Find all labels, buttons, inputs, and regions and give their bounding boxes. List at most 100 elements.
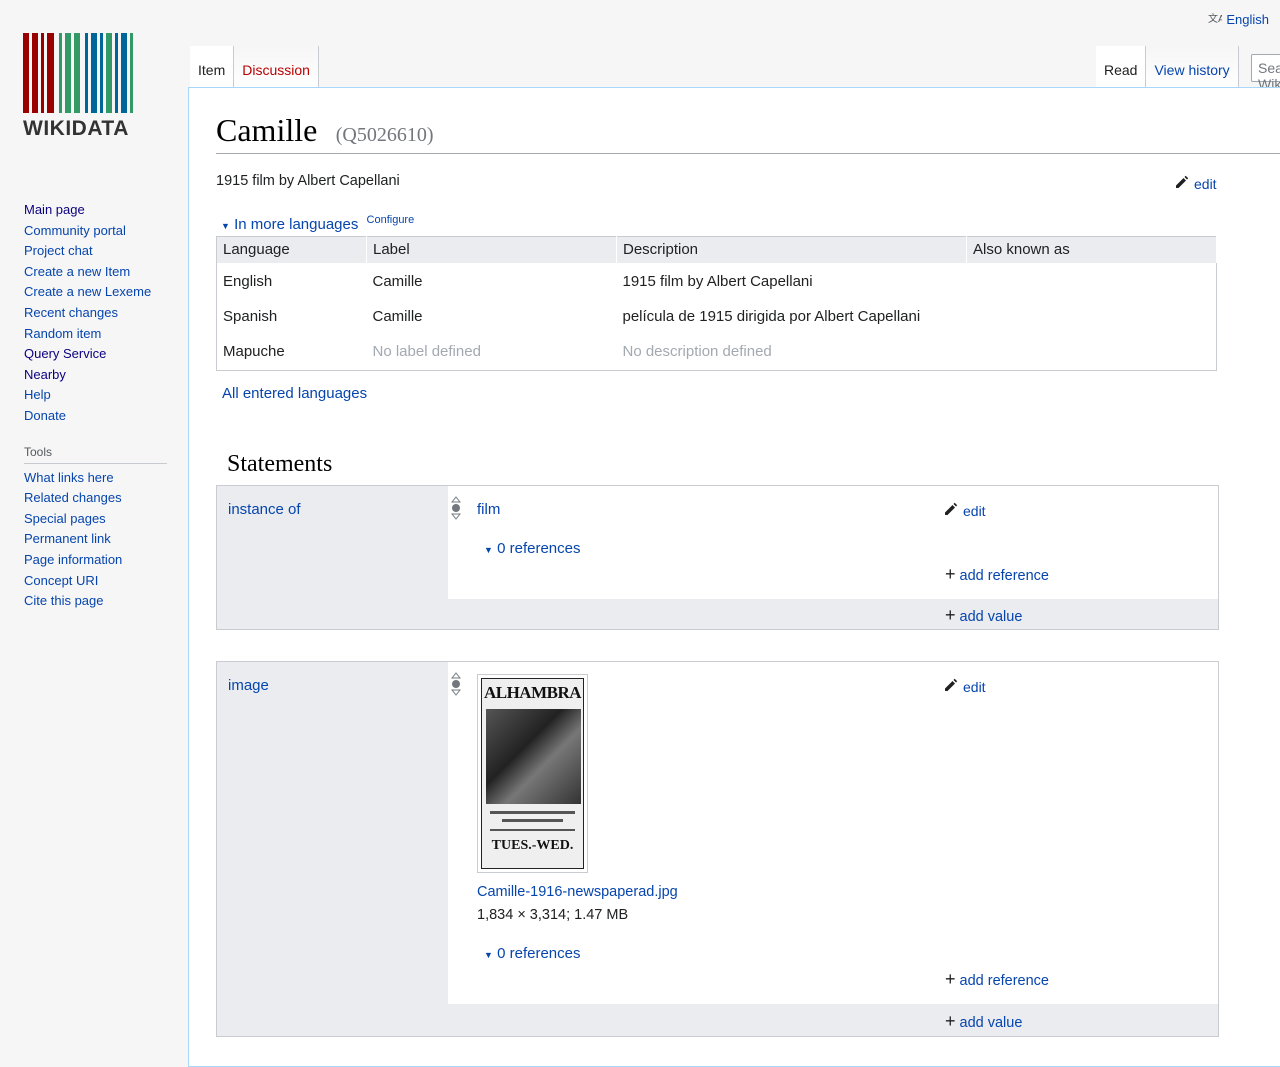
poster-text-line [490, 811, 575, 814]
configure-link[interactable]: Configure [367, 214, 415, 226]
all-languages-link[interactable]: All entered languages [222, 385, 367, 402]
add-value-button[interactable]: + add value [945, 605, 1022, 626]
table-header-row: Language Label Description Also known as [216, 236, 1217, 263]
add-reference-button[interactable]: + add reference [945, 564, 1049, 585]
sidebar-item-create-item[interactable]: Create a new Item [24, 262, 188, 283]
cell-description: película de 1915 dirigida por Albert Cap… [622, 307, 921, 325]
rank-selector-icon[interactable] [450, 496, 462, 525]
tab-view-history[interactable]: View history [1146, 46, 1239, 88]
sidebar-item-project-chat[interactable]: Project chat [24, 241, 188, 262]
references-toggle[interactable]: ▼ 0 references [484, 945, 580, 962]
references-label: 0 references [497, 945, 581, 962]
language-switcher[interactable]: 文A English [1208, 11, 1269, 28]
file-name-link[interactable]: Camille-1916-newspaperad.jpg [477, 884, 678, 900]
languages-table: Language Label Description Also known as… [216, 236, 1217, 371]
add-value-row: + add value [448, 1004, 1218, 1036]
pencil-icon [943, 501, 959, 520]
edit-label: edit [963, 502, 986, 519]
poster-bottom-text: TUES.-WED. [491, 838, 574, 853]
add-value-button[interactable]: + add value [945, 1011, 1022, 1032]
sidebar-item-community-portal[interactable]: Community portal [24, 221, 188, 242]
cell-aliases [967, 333, 1217, 371]
translate-icon: 文A [1208, 11, 1225, 28]
file-metadata: 1,834 × 3,314; 1.47 MB [477, 907, 629, 923]
statement-group-image: image ALHAMBRA TUES.-WED. edit Camille-1… [216, 661, 1219, 1037]
sidebar-item-query-service[interactable]: Query Service [24, 344, 188, 365]
poster-text-line [502, 819, 563, 822]
property-label[interactable]: image [228, 677, 269, 694]
item-description: 1915 film by Albert Capellani [216, 173, 400, 189]
sidebar-item-page-information[interactable]: Page information [24, 550, 188, 571]
sidebar-item-donate[interactable]: Donate [24, 406, 188, 427]
svg-text:文A: 文A [1208, 12, 1222, 25]
triangle-down-icon: ▼ [484, 950, 493, 960]
edit-terms-button[interactable]: edit [1174, 174, 1217, 193]
poster-title: ALHAMBRA [483, 683, 582, 702]
sidebar-item-concept-uri[interactable]: Concept URI [24, 571, 188, 592]
add-value-row: + add value [448, 599, 1218, 629]
page-title: Camille [216, 112, 318, 148]
tab-discussion[interactable]: Discussion [234, 46, 319, 88]
sidebar-item-random-item[interactable]: Random item [24, 324, 188, 345]
statement-value[interactable]: film [477, 501, 500, 518]
wikidata-logo[interactable]: WIKIDATA [23, 33, 159, 145]
add-reference-label: add reference [959, 973, 1049, 989]
plus-icon: + [945, 564, 956, 584]
cell-label: No label defined [372, 342, 481, 360]
poster-text-line [490, 829, 575, 831]
tools-heading: Tools [24, 445, 167, 464]
sidebar-item-create-lexeme[interactable]: Create a new Lexeme [24, 282, 188, 303]
references-label: 0 references [497, 540, 581, 557]
sidebar-item-nearby[interactable]: Nearby [24, 365, 188, 386]
edit-label: edit [1194, 175, 1217, 192]
cell-aliases [967, 263, 1217, 300]
view-tabs: Read View history [1096, 46, 1239, 88]
sidebar-item-related-changes[interactable]: Related changes [24, 488, 188, 509]
sidebar-item-cite-this-page[interactable]: Cite this page [24, 591, 188, 612]
search-input[interactable]: Search Wikidata [1251, 54, 1280, 92]
cell-label: Camille [372, 272, 423, 290]
cell-label: Camille [372, 307, 423, 325]
poster-image: ALHAMBRA TUES.-WED. [481, 678, 584, 869]
table-row: Spanish Camille película de 1915 dirigid… [217, 300, 1217, 333]
property-label[interactable]: instance of [228, 501, 301, 518]
statements-heading: Statements [227, 451, 333, 477]
sidebar-item-recent-changes[interactable]: Recent changes [24, 303, 188, 324]
cell-language: Mapuche [223, 342, 285, 360]
column-header-language: Language [216, 236, 367, 263]
cell-language: English [223, 272, 273, 290]
sidebar-nav: Main page Community portal Project chat … [0, 200, 188, 427]
image-thumbnail[interactable]: ALHAMBRA TUES.-WED. [477, 674, 588, 873]
cell-description: No description defined [622, 342, 772, 360]
page-heading: Camille (Q5026610) [216, 112, 1280, 154]
sidebar-item-special-pages[interactable]: Special pages [24, 509, 188, 530]
sidebar-item-help[interactable]: Help [24, 385, 188, 406]
column-header-label: Label [366, 236, 617, 263]
sidebar-item-main-page[interactable]: Main page [24, 200, 188, 221]
sidebar-item-what-links-here[interactable]: What links here [24, 468, 188, 489]
pencil-icon [943, 677, 959, 696]
rank-selector-icon[interactable] [450, 672, 462, 701]
edit-label: edit [963, 678, 986, 695]
table-row: Mapuche No label defined No description … [217, 333, 1217, 371]
sidebar-item-permanent-link[interactable]: Permanent link [24, 529, 188, 550]
add-reference-button[interactable]: + add reference [945, 969, 1049, 990]
statement: film edit ▼ 0 references + add reference [448, 486, 1218, 599]
plus-icon: + [945, 969, 956, 989]
main-content: Camille (Q5026610) 1915 film by Albert C… [188, 87, 1280, 1067]
poster-photo [486, 709, 581, 804]
table-row: English Camille 1915 film by Albert Cape… [217, 263, 1217, 300]
add-reference-label: add reference [959, 568, 1049, 584]
tab-read[interactable]: Read [1096, 46, 1147, 88]
more-languages-toggle[interactable]: ▼ In more languages Configure [221, 214, 414, 233]
plus-icon: + [945, 605, 956, 625]
edit-statement-button[interactable]: edit [943, 501, 986, 520]
edit-statement-button[interactable]: edit [943, 677, 986, 696]
column-header-description: Description [616, 236, 967, 263]
cell-language: Spanish [223, 307, 278, 325]
references-toggle[interactable]: ▼ 0 references [484, 540, 580, 557]
item-id: (Q5026610) [335, 124, 434, 146]
tab-item[interactable]: Item [190, 46, 235, 88]
add-value-label: add value [959, 609, 1023, 625]
logo-barcode [23, 33, 159, 113]
